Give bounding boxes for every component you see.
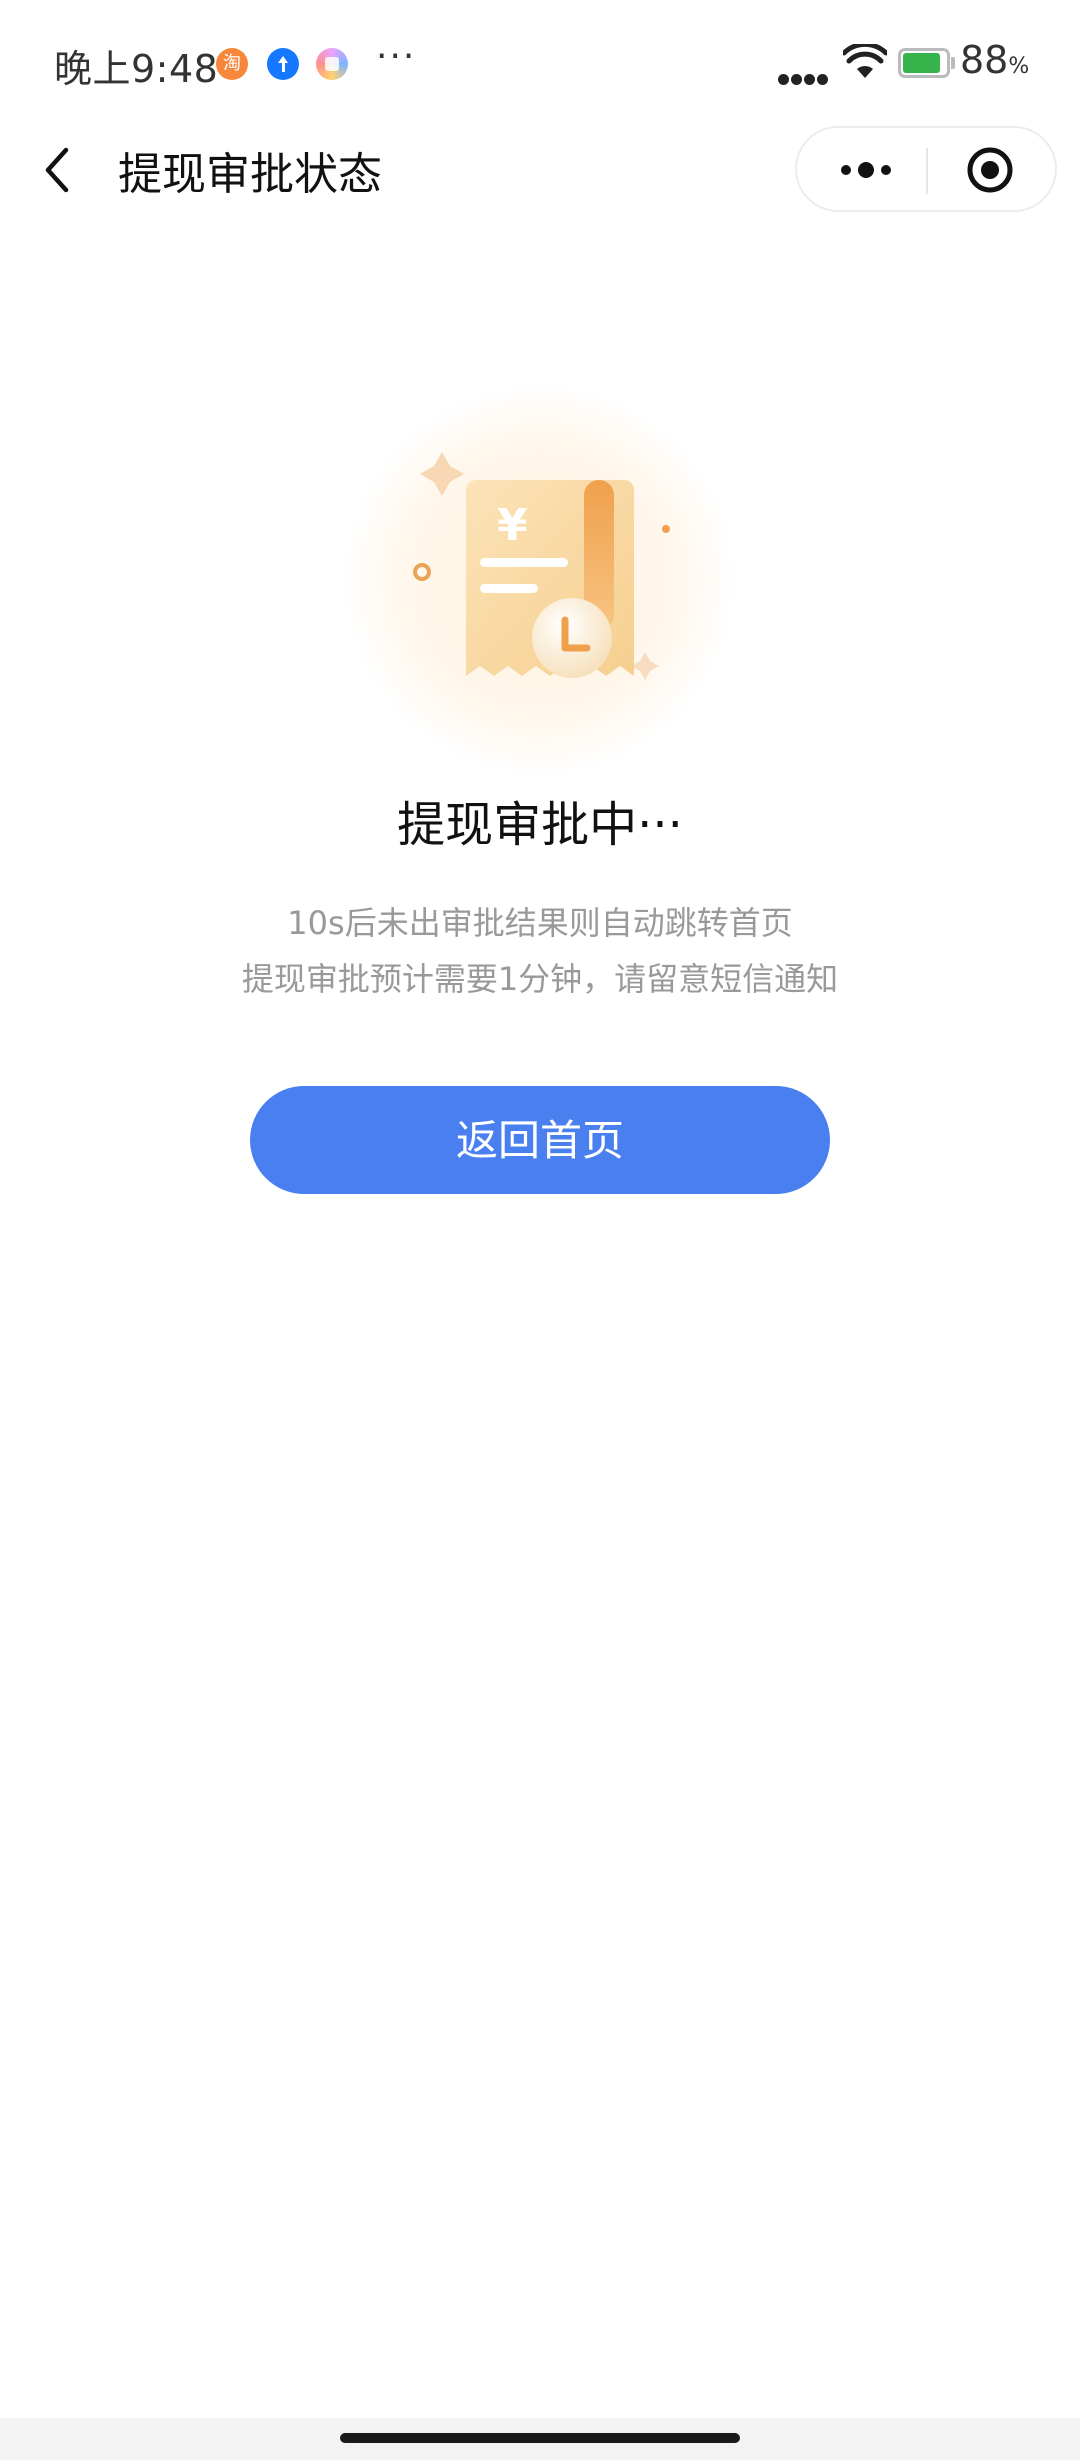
battery-cap xyxy=(951,57,955,69)
chevron-left-icon xyxy=(45,147,69,193)
mini-program-capsule xyxy=(795,126,1057,212)
svg-text:¥: ¥ xyxy=(497,500,528,551)
back-button[interactable] xyxy=(30,140,90,200)
sms-hint: 提现审批预计需要1分钟，请留意短信通知 xyxy=(241,960,839,998)
target-close-icon xyxy=(967,147,1013,193)
page-title: 提现审批状态 xyxy=(118,149,382,200)
status-title: 提现审批中··· xyxy=(397,797,683,853)
more-button[interactable] xyxy=(821,136,911,204)
receipt-clock-icon: ¥ xyxy=(345,385,735,775)
home-indicator[interactable] xyxy=(340,2433,740,2443)
gallery-app-icon xyxy=(316,48,348,80)
battery-percent: 88% xyxy=(960,38,1030,82)
close-button[interactable] xyxy=(945,136,1035,204)
status-time: 晚上9:48 xyxy=(54,47,219,91)
nav-bar: 提现审批状态 xyxy=(0,120,1080,220)
wifi-icon xyxy=(843,44,887,78)
redirect-hint: 10s后未出审批结果则自动跳转首页 xyxy=(287,904,793,942)
return-home-button[interactable]: 返回首页 xyxy=(250,1086,830,1194)
signal-icon xyxy=(778,70,834,85)
capsule-divider xyxy=(926,148,928,194)
upload-icon xyxy=(267,48,299,80)
more-notifications-icon: ··· xyxy=(376,36,417,77)
taobao-icon: 淘 xyxy=(216,48,248,80)
more-dots-icon xyxy=(841,162,891,178)
battery-icon xyxy=(898,48,950,78)
status-bar: 晚上9:48 淘 ··· 88% xyxy=(0,0,1080,130)
battery-level xyxy=(903,53,940,73)
